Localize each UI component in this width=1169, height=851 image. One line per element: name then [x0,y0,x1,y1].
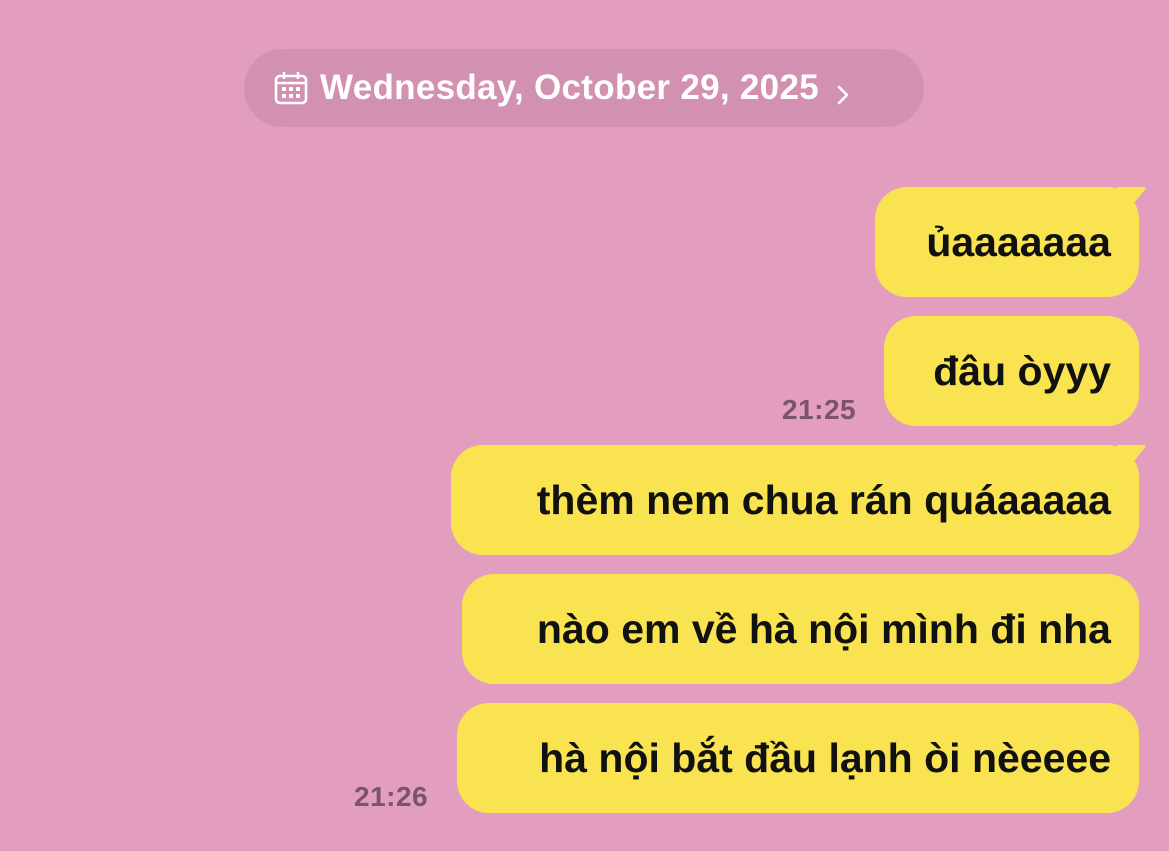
date-header-label: Wednesday, October 29, 2025 [320,68,819,107]
message-bubble[interactable]: đâu òyyy [884,316,1139,426]
message-text: ủaaaaaaa [926,218,1111,265]
chevron-right-icon [835,76,851,105]
calendar-icon [274,71,308,105]
message-bubble[interactable]: ủaaaaaaa [875,187,1139,297]
message-bubble[interactable]: thèm nem chua rán quáaaaaa [451,445,1139,555]
message-text: hà nội bắt đầu lạnh òi nèeeee [539,734,1111,781]
message-text: nào em về hà nội mình đi nha [536,605,1111,652]
message-text: thèm nem chua rán quáaaaaa [536,476,1111,523]
message-text: đâu òyyy [933,347,1111,394]
message-bubble[interactable]: hà nội bắt đầu lạnh òi nèeeee [457,703,1139,813]
message-timestamp: 21:25 [782,394,857,425]
message-timestamp: 21:26 [354,781,429,812]
chat-background: Wednesday, October 29, 2025 ủaaaaaaa đâu… [0,0,1169,851]
date-header-button[interactable]: Wednesday, October 29, 2025 [244,49,924,127]
message-bubble[interactable]: nào em về hà nội mình đi nha [462,574,1139,684]
